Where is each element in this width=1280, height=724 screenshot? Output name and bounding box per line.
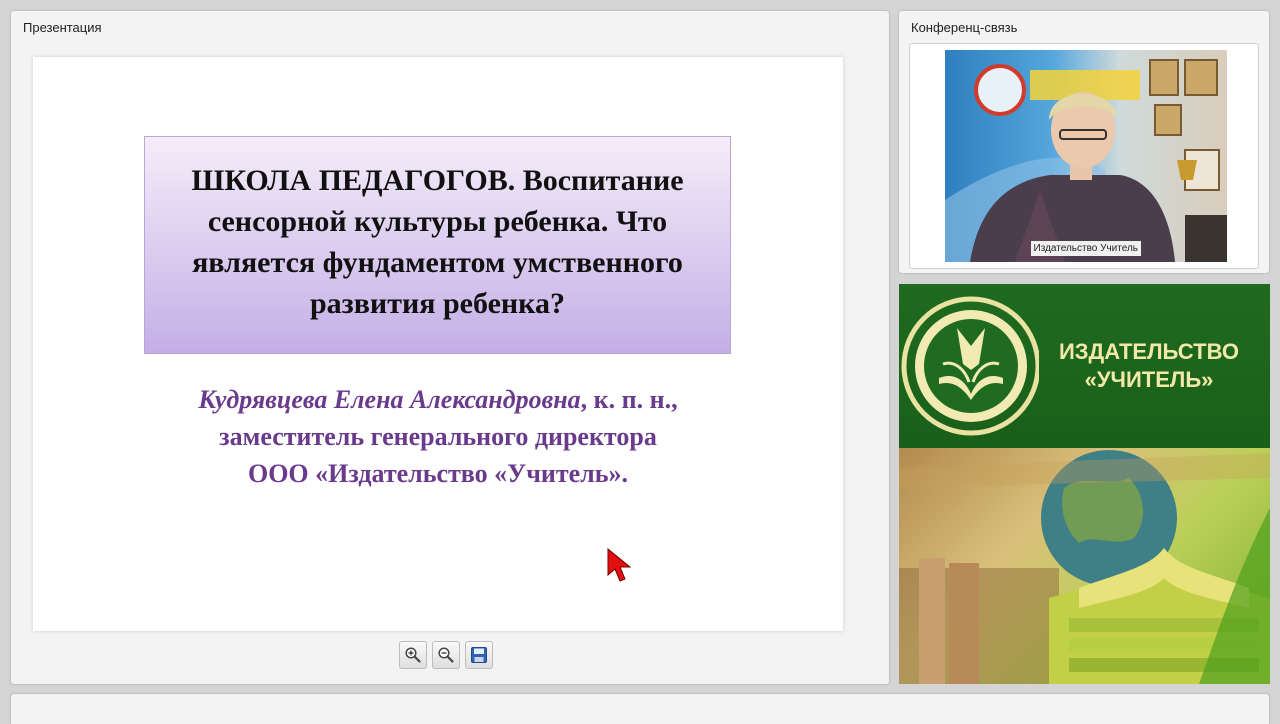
publisher-banner: ИЗДАТЕЛЬСТВО «УЧИТЕЛЬ» (899, 284, 1270, 684)
video-participant-label: Издательство Учитель (1030, 241, 1141, 256)
author-degree: , к. п. н., (580, 385, 678, 414)
slide-title-box: ШКОЛА ПЕДАГОГОВ. Воспитание сенсорной ку… (144, 136, 731, 354)
publisher-logo-icon (901, 296, 1039, 436)
conference-panel: Конференц-связь Издательство Учитель (899, 11, 1269, 273)
author-name: Кудрявцева Елена Александровна (198, 385, 581, 414)
zoom-out-button[interactable] (432, 641, 460, 669)
banner-line-1: ИЗДАТЕЛЬСТВО (1058, 339, 1240, 364)
presentation-toolbar (399, 641, 493, 669)
banner-line-2: «УЧИТЕЛЬ» (1084, 367, 1214, 392)
presentation-slide: ШКОЛА ПЕДАГОГОВ. Воспитание сенсорной ку… (33, 57, 843, 631)
slide-author-block: Кудрявцева Елена Александровна, к. п. н.… (93, 381, 783, 492)
mouse-cursor-icon (607, 548, 632, 582)
banner-text: ИЗДАТЕЛЬСТВО «УЧИТЕЛЬ» (1039, 338, 1259, 394)
zoom-in-icon (405, 647, 421, 663)
video-frame: Издательство Учитель (909, 43, 1259, 269)
save-icon (471, 647, 487, 663)
zoom-in-button[interactable] (399, 641, 427, 669)
slide-title: ШКОЛА ПЕДАГОГОВ. Воспитание сенсорной ку… (191, 164, 684, 320)
author-line: Кудрявцева Елена Александровна, к. п. н.… (93, 381, 783, 418)
presentation-panel-title: Презентация (23, 20, 102, 35)
zoom-out-icon (438, 647, 454, 663)
banner-top: ИЗДАТЕЛЬСТВО «УЧИТЕЛЬ» (899, 284, 1270, 448)
save-button[interactable] (465, 641, 493, 669)
author-organization: ООО «Издательство «Учитель». (247, 459, 629, 488)
banner-books-image (899, 448, 1270, 684)
presenter-video-image (945, 59, 1227, 262)
books-globe-image (899, 450, 1270, 684)
video-stream: Издательство Учитель (945, 50, 1227, 262)
author-position: заместитель генерального директора (219, 422, 657, 451)
presentation-panel: Презентация ШКОЛА ПЕДАГОГОВ. Воспитание … (11, 11, 889, 684)
conference-panel-title: Конференц-связь (911, 20, 1018, 35)
